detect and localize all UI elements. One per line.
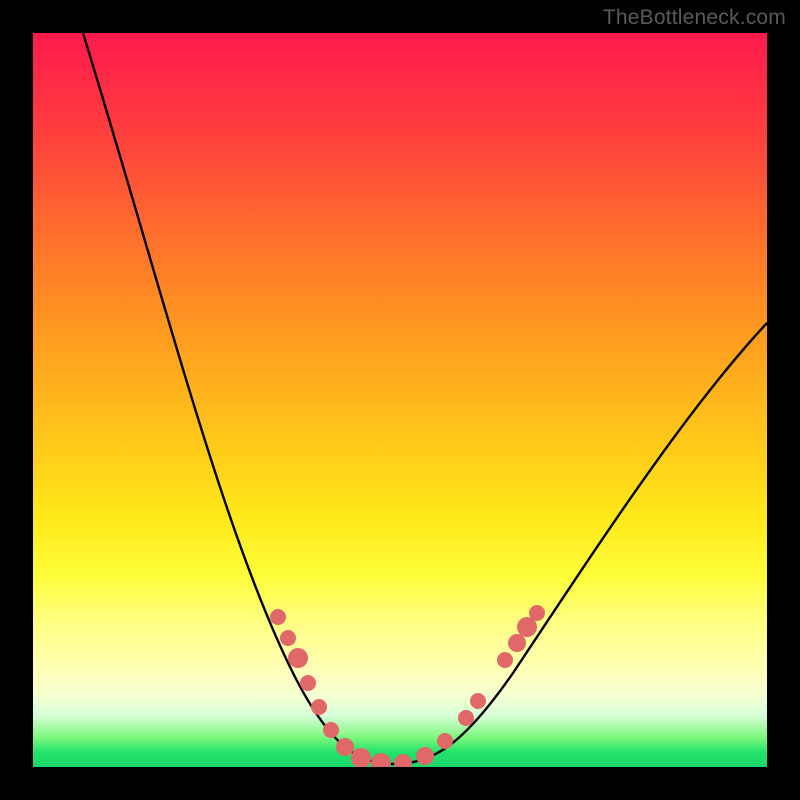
curve-marker (311, 699, 327, 715)
curve-marker (300, 675, 316, 691)
curve-marker (458, 710, 474, 726)
bottleneck-curve (83, 33, 767, 764)
curve-marker (371, 753, 391, 767)
watermark-text: TheBottleneck.com (603, 6, 786, 30)
curve-marker (288, 648, 308, 668)
curve-marker (416, 747, 434, 765)
curve-marker (497, 652, 513, 668)
curve-marker (437, 733, 453, 749)
curve-marker (508, 634, 526, 652)
curve-marker (323, 722, 339, 738)
curve-marker (280, 630, 296, 646)
outer-frame: TheBottleneck.com (0, 0, 800, 800)
curve-marker (470, 693, 486, 709)
curve-marker (394, 754, 412, 767)
plot-area (33, 33, 767, 767)
curve-marker (270, 609, 286, 625)
curve-marker (351, 748, 371, 767)
curve-marker (336, 738, 354, 756)
chart-svg (33, 33, 767, 767)
curve-marker (529, 605, 545, 621)
